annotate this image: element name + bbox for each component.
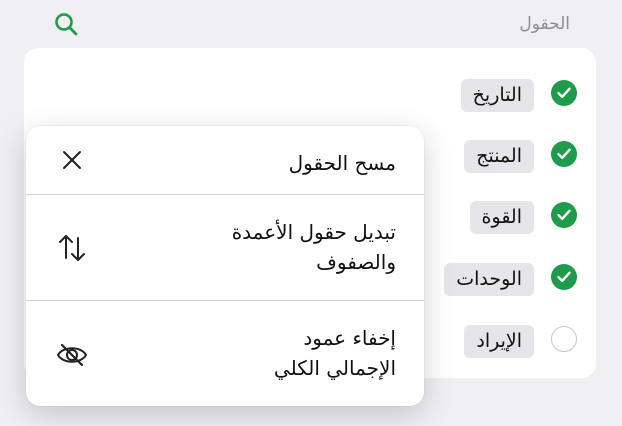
section-header: الحقول — [519, 14, 570, 34]
unchecked-circle-icon[interactable] — [551, 326, 577, 352]
field-chip[interactable]: الإيراد — [464, 325, 534, 358]
menu-item-label: تبديل حقول الأعمدة والصفوف — [231, 220, 396, 274]
checkmark-icon[interactable] — [551, 202, 577, 228]
eye-slash-icon — [54, 337, 90, 373]
search-button[interactable] — [52, 10, 82, 40]
field-row[interactable]: التاريخ — [24, 62, 596, 122]
checkmark-icon[interactable] — [551, 80, 577, 106]
menu-item-swap-fields[interactable]: تبديل حقول الأعمدة والصفوف — [26, 195, 424, 300]
field-chip[interactable]: الوحدات — [444, 263, 534, 296]
checkmark-icon[interactable] — [551, 141, 577, 167]
context-menu: مسح الحقول تبديل حقول الأعمدة والصفوف إخ… — [26, 126, 424, 406]
field-chip[interactable]: القوة — [469, 201, 534, 234]
swap-arrows-icon — [54, 230, 90, 266]
checkmark-icon[interactable] — [551, 264, 577, 290]
close-icon — [54, 144, 90, 180]
menu-item-label: مسح الحقول — [288, 151, 396, 175]
search-icon — [55, 13, 78, 36]
menu-item-clear-fields[interactable]: مسح الحقول — [26, 126, 424, 194]
menu-item-hide-grand-total[interactable]: إخفاء عمود الإجمالي الكلي — [26, 301, 424, 406]
menu-item-label: إخفاء عمود الإجمالي الكلي — [273, 326, 396, 380]
field-chip[interactable]: التاريخ — [460, 79, 534, 112]
field-chip[interactable]: المنتج — [464, 140, 534, 173]
